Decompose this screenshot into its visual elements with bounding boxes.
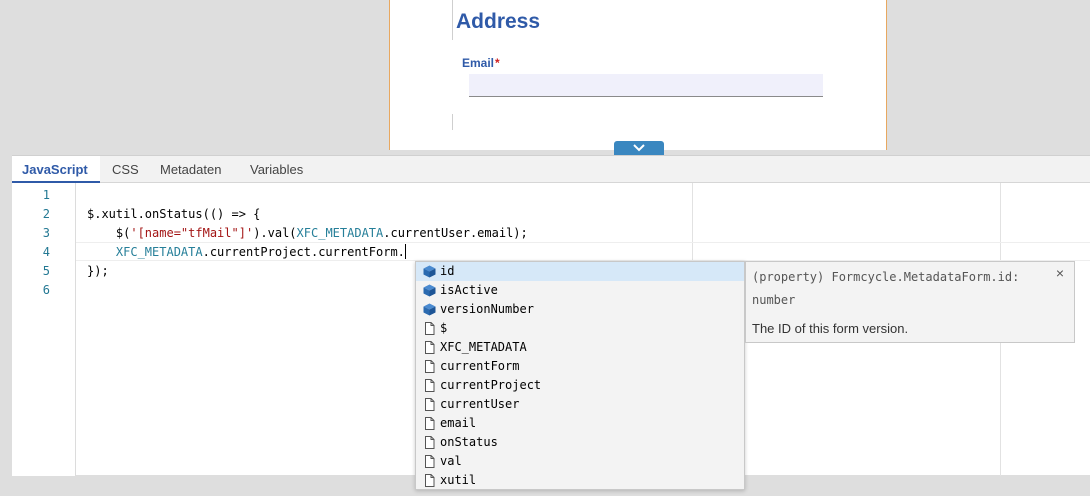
- suggestion-label: versionNumber: [440, 302, 534, 316]
- line-number: 3: [42, 226, 50, 240]
- suggestion-details: (property) Formcycle.MetadataForm.id: nu…: [745, 261, 1075, 343]
- suggestion-label: XFC_METADATA: [440, 340, 527, 354]
- email-label-text: Email: [462, 56, 495, 70]
- property-cube-icon: [423, 303, 436, 316]
- code-token: $(: [87, 226, 131, 240]
- line-number: 1: [42, 188, 50, 202]
- suggestion-label: currentUser: [440, 397, 520, 411]
- suggestion-item[interactable]: XFC_METADATA: [416, 338, 744, 357]
- property-cube-icon: [423, 284, 436, 297]
- text-file-icon: [423, 379, 436, 392]
- metadata-token: XFC_METADATA: [296, 226, 384, 240]
- line-number: 4: [42, 245, 50, 259]
- suggestion-item[interactable]: currentProject: [416, 376, 744, 395]
- code-line-2[interactable]: $.xutil.onStatus(() => {: [87, 205, 260, 224]
- tab-metadaten[interactable]: Metadaten: [150, 156, 231, 183]
- suggestion-label: xutil: [440, 473, 477, 487]
- code-line-4[interactable]: XFC_METADATA.currentProject.currentForm.: [87, 243, 406, 262]
- email-label: Email*: [462, 56, 500, 70]
- metadata-token: XFC_METADATA: [115, 245, 203, 259]
- suggestion-label: currentProject: [440, 378, 542, 392]
- code-token: ).val(: [253, 226, 297, 240]
- code-token: .currentUser.email);: [383, 226, 528, 240]
- suggestion-item[interactable]: currentForm: [416, 357, 744, 376]
- form-preview: Address Email*: [389, 0, 887, 150]
- tab-variables[interactable]: Variables: [240, 156, 313, 183]
- suggestion-item[interactable]: onStatus: [416, 433, 744, 452]
- text-file-icon: [423, 455, 436, 468]
- form-section-title: Address: [456, 10, 541, 33]
- suggestion-item[interactable]: email: [416, 414, 744, 433]
- required-mark: *: [495, 56, 500, 70]
- text-file-icon: [423, 398, 436, 411]
- code-line-5[interactable]: });: [87, 262, 109, 281]
- suggestion-label: onStatus: [440, 435, 498, 449]
- code-token: .currentProject.currentForm.: [202, 245, 405, 259]
- text-file-icon: [423, 322, 436, 335]
- suggestion-label: isActive: [440, 283, 498, 297]
- form-guide-line: [452, 0, 453, 40]
- email-input[interactable]: [469, 74, 823, 97]
- details-signature: (property) Formcycle.MetadataForm.id: nu…: [752, 270, 1020, 307]
- suggestion-item[interactable]: currentUser: [416, 395, 744, 414]
- text-file-icon: [423, 474, 436, 487]
- line-number: 2: [42, 207, 50, 221]
- suggestion-label: val: [440, 454, 462, 468]
- autocomplete-list[interactable]: id isActive versionNumber $ XFC_METADATAcurr…: [415, 261, 745, 490]
- text-file-icon: [423, 341, 436, 354]
- text-file-icon: [423, 417, 436, 430]
- property-cube-icon: [423, 265, 436, 278]
- chevron-down-icon: [633, 144, 645, 152]
- text-file-icon: [423, 360, 436, 373]
- collapse-editor-button[interactable]: [614, 141, 664, 155]
- suggestion-item[interactable]: isActive: [416, 281, 744, 300]
- suggestion-item[interactable]: versionNumber: [416, 300, 744, 319]
- suggestion-item[interactable]: $: [416, 319, 744, 338]
- text-cursor: [404, 244, 406, 259]
- close-icon[interactable]: ×: [1056, 265, 1064, 281]
- suggestion-label: $: [440, 321, 448, 335]
- tab-javascript[interactable]: JavaScript: [12, 156, 100, 183]
- suggestion-label: email: [440, 416, 477, 430]
- suggestion-item[interactable]: xutil: [416, 471, 744, 489]
- suggestion-label: id: [440, 264, 455, 278]
- tab-css[interactable]: CSS: [102, 156, 149, 183]
- form-guide-line: [452, 114, 453, 130]
- suggestion-label: currentForm: [440, 359, 520, 373]
- text-file-icon: [423, 436, 436, 449]
- editor-tabbar: JavaScript CSS Metadaten Variables: [12, 156, 1090, 183]
- details-doc: The ID of this form version.: [752, 321, 909, 336]
- string-token: '[name="tfMail"]': [130, 226, 254, 240]
- suggestion-item[interactable]: val: [416, 452, 744, 471]
- code-line-3[interactable]: $('[name="tfMail"]').val(XFC_METADATA.cu…: [87, 224, 528, 243]
- line-number-gutter: 1 2 3 4 5 6: [12, 183, 76, 476]
- line-number: 6: [42, 283, 50, 297]
- line-number: 5: [42, 264, 50, 278]
- suggestion-item[interactable]: id: [416, 262, 744, 281]
